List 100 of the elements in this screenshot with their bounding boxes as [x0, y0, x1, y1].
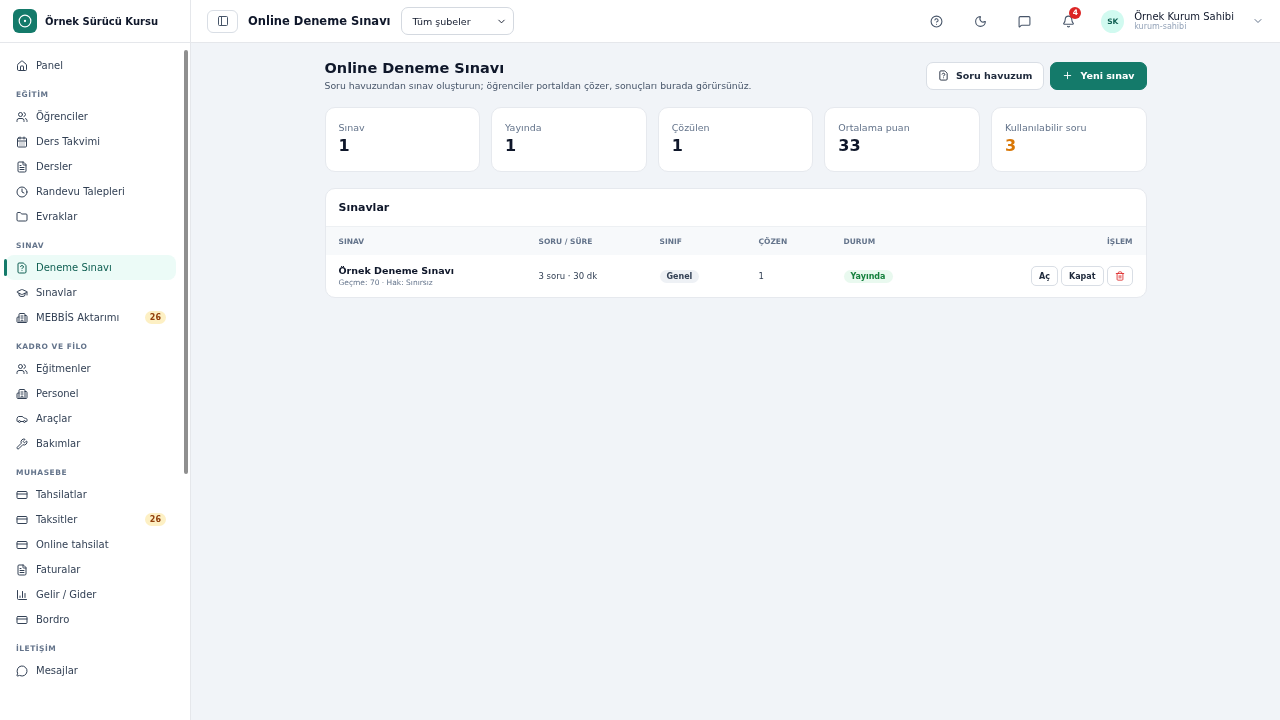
sidebar-label: Eğitmenler	[36, 363, 92, 374]
sidebar-item[interactable]: Gelir / Gider	[6, 582, 176, 607]
card-icon	[16, 538, 28, 551]
sidebar-label: Faturalar	[36, 564, 82, 575]
sidebar-label: Deneme Sınavı	[36, 262, 113, 273]
sidebar-item[interactable]: Ders Takvimi	[6, 129, 176, 154]
bar-chart-icon	[16, 588, 28, 601]
sidebar-item[interactable]: Araçlar	[6, 406, 176, 431]
exam-name: Örnek Deneme Sınavı	[338, 265, 455, 276]
home-icon	[16, 59, 28, 72]
question-pool-button[interactable]: Soru havuzum	[926, 61, 1045, 90]
sidebar-icon	[216, 15, 229, 27]
action-button[interactable]: Kapat	[1060, 266, 1104, 286]
stat-value: 33	[838, 136, 862, 155]
stat-label: Çözülen	[671, 122, 711, 133]
sidebar-item[interactable]: Deneme Sınavı	[6, 255, 176, 280]
bell-icon[interactable]	[1061, 14, 1075, 28]
sidebar-item[interactable]: Personel	[6, 381, 176, 406]
question-icon	[16, 261, 28, 274]
brand-name: Örnek Sürücü Kursu	[45, 15, 159, 27]
sidebar-item[interactable]: Dersler	[6, 154, 176, 179]
sidebar-label: Bordro	[36, 614, 71, 625]
document-icon	[16, 160, 28, 173]
sidebar-label: Ders Takvimi	[36, 136, 101, 147]
page-subtitle: Soru havuzundan sınav oluşturun; öğrenciler portaldan çözer, sonuçları burada görürsünüz.	[324, 80, 752, 91]
new-exam-button[interactable]: Yeni sınav	[1050, 61, 1147, 90]
scrollbar[interactable]	[184, 50, 188, 474]
table-cell-text: 3 soru · 30 dk	[538, 271, 599, 281]
user-handle: kurum-sahibi	[1134, 22, 1188, 31]
stat-label: Ortalama puan	[838, 122, 911, 133]
user-name: Örnek Kurum Sahibi	[1134, 11, 1234, 22]
sidebar-item[interactable]: Panel	[6, 53, 176, 78]
logo-icon	[13, 9, 37, 33]
sidebar-item[interactable]: MEBBİS Aktarımı 26	[6, 305, 176, 330]
sidebar-item[interactable]: Öğrenciler	[6, 104, 176, 129]
chat-icon[interactable]	[1017, 14, 1031, 28]
users-icon	[16, 110, 28, 123]
wrench-icon	[16, 437, 28, 450]
graduation-cap-icon	[16, 286, 28, 299]
sidebar-label: Sınavlar	[36, 287, 78, 298]
header-title: Online Deneme Sınavı	[248, 14, 391, 28]
sidebar-label: Araçlar	[36, 413, 73, 424]
folder-icon	[16, 210, 28, 223]
help-icon[interactable]	[929, 14, 943, 28]
stat-label: Yayında	[505, 122, 543, 133]
sidebar-label: Personel	[36, 388, 80, 399]
sidebar-item[interactable]: Bordro	[6, 607, 176, 632]
table-cell-text: 1	[758, 271, 765, 281]
card-icon	[16, 613, 28, 626]
sidebar-label: Tahsilatlar	[36, 489, 88, 500]
stat-value: 1	[338, 136, 351, 155]
stat-label: Sınav	[338, 122, 366, 133]
card-title: Sınavlar	[338, 201, 390, 214]
sidebar-label: Online tahsilat	[36, 539, 110, 550]
stat-value: 1	[505, 136, 518, 155]
sidebar-item[interactable]: Sınavlar	[6, 280, 176, 305]
sidebar-label: Panel	[36, 60, 64, 71]
status-tag: Yayında	[843, 269, 893, 283]
trash-icon	[1114, 271, 1125, 281]
card-icon	[16, 488, 28, 501]
sidebar-item[interactable]: Mesajlar	[6, 658, 176, 683]
users-icon	[16, 362, 28, 375]
sidebar-item[interactable]: Tahsilatlar	[6, 482, 176, 507]
stat-value: 3	[1004, 136, 1018, 155]
card-icon	[16, 513, 28, 526]
sidebar-label: Taksitler	[36, 514, 79, 525]
sidebar-label: Dersler	[36, 161, 74, 172]
count-badge: 26	[144, 311, 166, 324]
sidebar-item[interactable]: Eğitmenler	[6, 356, 176, 381]
building-icon	[16, 311, 28, 324]
count-badge: 26	[144, 513, 166, 526]
chat-icon	[16, 664, 28, 677]
action-button[interactable]: Aç	[1031, 266, 1058, 286]
stat-label: Kullanılabilir soru	[1004, 122, 1088, 133]
document-icon	[16, 563, 28, 576]
sidebar-item[interactable]: Randevu Talepleri	[6, 179, 176, 204]
clock-icon	[16, 185, 28, 198]
building-icon	[16, 387, 28, 400]
delete-button[interactable]	[1106, 266, 1133, 286]
sidebar-item[interactable]: Bakımlar	[6, 431, 176, 456]
sidebar-label: Randevu Talepleri	[36, 186, 126, 197]
page-title: Online Deneme Sınavı	[324, 60, 506, 76]
sidebar-item[interactable]: Taksitler 26	[6, 507, 176, 532]
sidebar-label: Bakımlar	[36, 438, 82, 449]
sidebar-item[interactable]: Online tahsilat	[6, 532, 176, 557]
calendar-icon	[16, 135, 28, 148]
sidebar-label: Gelir / Gider	[36, 589, 98, 600]
question-icon	[938, 70, 949, 81]
plus-icon	[1062, 70, 1074, 81]
stat-value: 1	[671, 136, 684, 155]
sidebar-label: Öğrenciler	[36, 111, 89, 122]
branch-select[interactable]: Tüm şubeler	[400, 7, 514, 35]
sidebar-label: Mesajlar	[36, 665, 79, 676]
sidebar-item[interactable]: Faturalar	[6, 557, 176, 582]
class-tag: Genel	[659, 269, 700, 283]
sidebar-item[interactable]: Evraklar	[6, 204, 176, 229]
sidebar-label: Evraklar	[36, 211, 79, 222]
sidebar-toggle-button[interactable]	[207, 9, 238, 33]
moon-icon[interactable]	[973, 14, 987, 28]
sidebar-label: MEBBİS Aktarımı	[36, 312, 121, 323]
